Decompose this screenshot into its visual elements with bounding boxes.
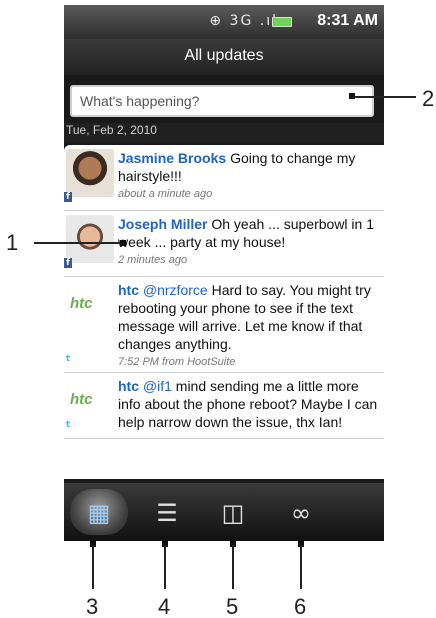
feed-item[interactable]: f Joseph Miller Oh yeah ... superbowl in… [64,211,384,277]
status-bar: ⊕ 3G .ıl 8:31 AM [64,5,384,39]
callout-line-6 [300,545,302,589]
post-text: htc @if1 mind sending me a little more i… [118,377,378,431]
mention[interactable]: @nrzforce [143,282,208,298]
facebook-icon: f [64,258,72,268]
author-name[interactable]: Jasmine Brooks [118,150,226,166]
feed-item[interactable]: f Jasmine Brooks Going to change my hair… [64,145,384,211]
timestamp: about a minute ago [118,188,213,200]
signal-icons: ⊕ 3G .ıl [209,13,278,29]
post-text: Joseph Miller Oh yeah ... superbowl in 1… [118,215,378,251]
callout-line-2 [352,96,416,98]
htc-logo[interactable]: htc [66,281,114,329]
links-icon: ∞ [291,499,311,527]
author-name[interactable]: Joseph Miller [118,216,207,232]
callout-line-5 [232,545,234,589]
date-header: Tue, Feb 2, 2010 [64,123,384,143]
feed-item[interactable]: htc t htc @if1 mind sending me a little … [64,373,384,439]
timestamp: 7:52 PM from HootSuite [118,356,236,368]
callout-6: 6 [294,594,307,618]
author-name[interactable]: htc [118,378,139,394]
all-updates-icon: ▦ [87,499,111,527]
updates-feed[interactable]: f Jasmine Brooks Going to change my hair… [64,145,384,479]
callout-dot-1 [120,240,126,246]
post-text: Jasmine Brooks Going to change my hairst… [118,149,378,185]
twitter-icon: t [65,420,71,430]
callout-1: 1 [6,230,19,255]
callout-5: 5 [226,594,239,618]
status-update-input[interactable]: What's happening? [70,85,374,117]
callout-3: 3 [86,594,99,618]
callout-line-1 [34,242,124,244]
callout-2: 2 [422,86,435,111]
callout-line-4 [164,545,166,589]
status-updates-icon: ☰ [156,499,178,527]
author-name[interactable]: htc [118,282,139,298]
clock: 8:31 AM [317,12,378,29]
timestamp: 2 minutes ago [118,254,188,266]
callout-line-3 [92,545,94,589]
tab-photos[interactable]: ◫ [204,489,262,535]
page-title: All updates [184,47,264,64]
twitter-icon: t [65,354,71,364]
tab-status-updates[interactable]: ☰ [138,489,196,535]
callout-dot-2 [349,93,355,99]
battery-icon [272,17,292,27]
facebook-icon: f [64,192,72,202]
callout-4: 4 [158,594,171,618]
avatar[interactable] [66,215,114,263]
tab-links[interactable]: ∞ [272,489,330,535]
tab-all-updates[interactable]: ▦ [70,489,128,535]
bottom-tab-bar: ▦ ☰ ◫ ∞ [64,483,384,541]
mention[interactable]: @if1 [143,378,172,394]
avatar[interactable] [66,149,114,197]
htc-logo[interactable]: htc [66,377,114,425]
feed-item[interactable]: htc t htc @nrzforce Hard to say. You mig… [64,277,384,373]
photos-icon: ◫ [221,499,245,527]
phone-screen: ⊕ 3G .ıl 8:31 AM All updates What's happ… [64,5,384,541]
title-bar: All updates [64,39,384,75]
post-text: htc @nrzforce Hard to say. You might try… [118,281,378,353]
